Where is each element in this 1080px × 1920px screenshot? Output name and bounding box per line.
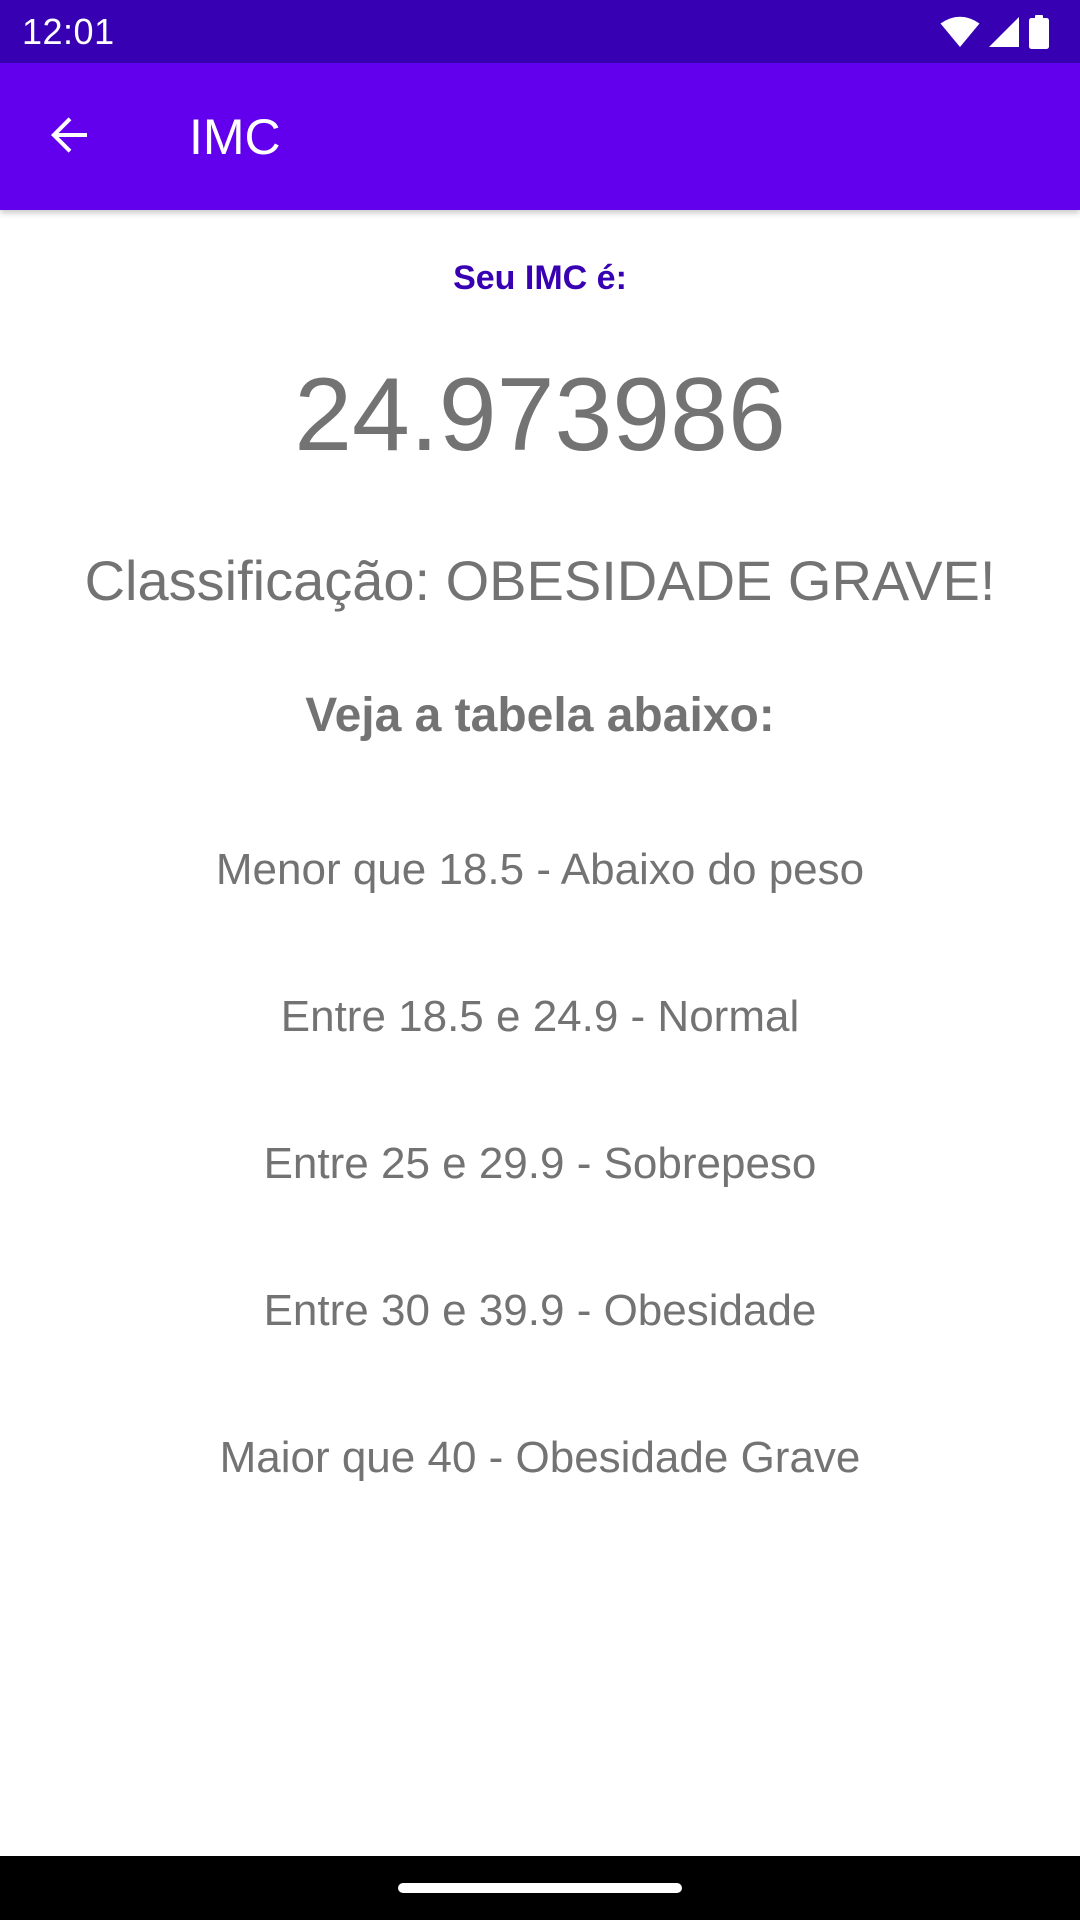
result-label: Seu IMC é: — [453, 259, 627, 297]
table-row-overweight: Entre 25 e 29.9 - Sobrepeso — [263, 1139, 817, 1188]
imc-value: 24.973986 — [294, 357, 786, 473]
classification-text: Classificação: OBESIDADE GRAVE! — [84, 549, 996, 612]
result-content: Seu IMC é: 24.973986 Classificação: OBES… — [0, 210, 1080, 1856]
arrow-left-icon — [45, 111, 93, 164]
navigation-bar — [0, 1856, 1080, 1920]
app-bar: IMC — [0, 63, 1080, 210]
table-row-severe-obesity: Maior que 40 - Obesidade Grave — [219, 1433, 861, 1482]
table-row-obesity: Entre 30 e 39.9 - Obesidade — [263, 1286, 817, 1335]
signal-icon — [988, 16, 1020, 48]
table-row-normal: Entre 18.5 e 24.9 - Normal — [280, 992, 800, 1041]
table-row-underweight: Menor que 18.5 - Abaixo do peso — [215, 845, 865, 894]
status-icons — [940, 12, 1050, 52]
status-time: 12:01 — [22, 11, 115, 52]
app-title: IMC — [189, 109, 281, 165]
back-button[interactable] — [30, 98, 108, 176]
battery-icon — [1028, 15, 1050, 49]
table-heading: Veja a tabela abaixo: — [305, 689, 775, 742]
status-bar: 12:01 — [0, 0, 1080, 63]
home-gesture-handle[interactable] — [398, 1883, 682, 1893]
wifi-icon — [940, 16, 980, 48]
imc-result-screen: 12:01 IMC Seu IMC é: 24.973986 Classific… — [0, 0, 1080, 1920]
